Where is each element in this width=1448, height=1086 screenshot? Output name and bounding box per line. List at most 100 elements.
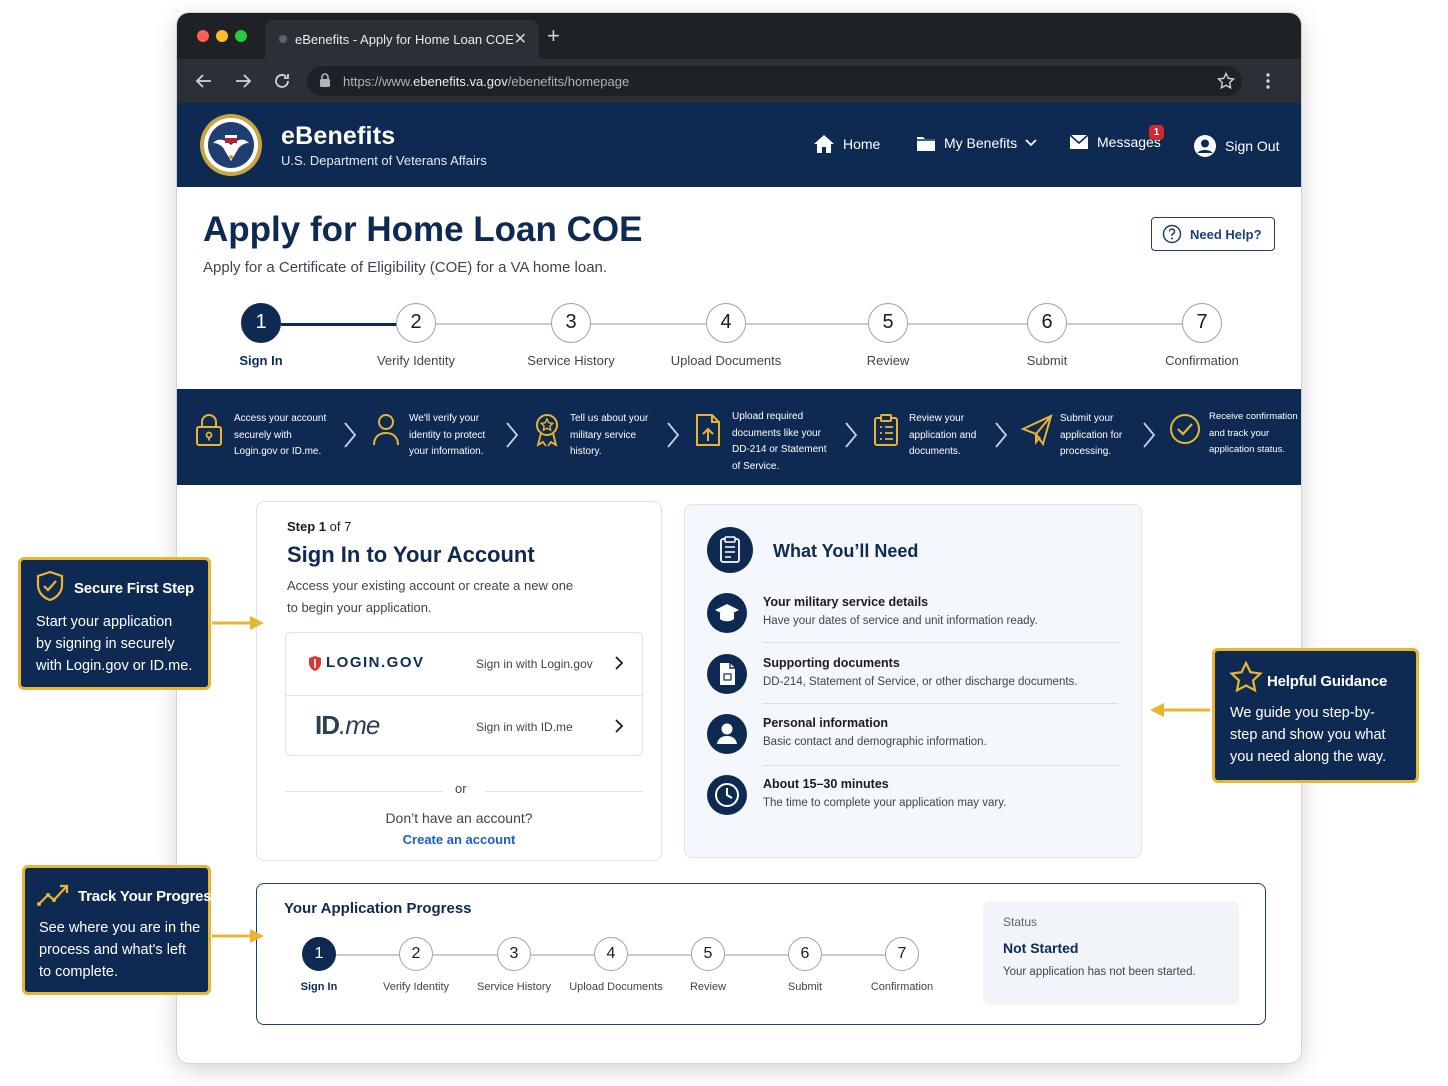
sign-in-description: Access your existing account or create a… [287, 578, 574, 615]
callout-track-title: Track Your Progress [78, 888, 220, 905]
banner-text-7: Receive confirmation and track your applic… [1209, 411, 1298, 455]
what-youll-need-title: What You’ll Need [773, 541, 919, 561]
chevron-right-icon [667, 422, 680, 448]
step-1-circle[interactable]: 1 [241, 303, 281, 343]
progress-step-2[interactable]: 2 [399, 937, 433, 971]
shield-check-icon [36, 570, 64, 602]
status-description: Your application has not been started. [1003, 966, 1196, 978]
home-icon [814, 135, 834, 153]
user-icon [707, 714, 747, 754]
progress-step-7[interactable]: 7 [885, 937, 919, 971]
forward-arrow-icon[interactable] [234, 72, 252, 90]
medal-icon [536, 414, 558, 447]
messages-count-badge: 1 [1149, 125, 1164, 140]
address-bar[interactable]: https://www.ebenefits.va.gov/ebenefits/h… [307, 66, 1242, 96]
progress-step-1[interactable]: 1 [302, 937, 336, 971]
progress-step-4[interactable]: 4 [594, 937, 628, 971]
chevron-right-icon [506, 422, 519, 448]
login-gov-option[interactable]: LOGIN.GOV Sign in with Login.gov [286, 633, 642, 695]
folder-icon [917, 137, 935, 151]
stepper-line [908, 323, 1027, 325]
nav-sign-out[interactable]: Sign Out [1193, 134, 1279, 158]
maximize-window-dot[interactable] [235, 30, 247, 42]
step-4-label: Upload Documents [670, 353, 782, 368]
step-6-circle[interactable]: 6 [1027, 303, 1067, 343]
sign-in-card: Step 1 of 7 Sign In to Your Account Acce… [256, 501, 662, 861]
status-value: Not Started [1003, 940, 1079, 956]
no-account-text: Don’t have an account? [385, 810, 533, 826]
check-circle-icon [1170, 414, 1200, 444]
login-gov-shield-icon [309, 656, 321, 671]
trend-chart-icon [37, 884, 69, 906]
progress-title: Your Application Progress [284, 900, 472, 917]
progress-line [531, 954, 595, 956]
chevron-right-icon [615, 656, 624, 670]
person-icon [373, 414, 399, 446]
progress-step-6[interactable]: 6 [788, 937, 822, 971]
step-5-label: Review [866, 353, 910, 368]
nav-messages[interactable]: Messages [1069, 134, 1161, 150]
tab-close-icon[interactable]: ✕ [514, 29, 527, 49]
idme-action: Sign in with ID.me [476, 720, 573, 734]
brand-name[interactable]: eBenefits [281, 122, 395, 151]
callout-secure-first-step: Secure First Step Start your application… [18, 557, 211, 690]
or-separator: or [455, 781, 467, 796]
progress-line [336, 954, 400, 956]
callout-guidance-title: Helpful Guidance [1267, 673, 1388, 690]
step-7-circle[interactable]: 7 [1182, 303, 1222, 343]
progress-step-3[interactable]: 3 [497, 937, 531, 971]
create-account-link[interactable]: Create an account [257, 832, 661, 847]
step-2-circle[interactable]: 2 [396, 303, 436, 343]
banner-text-2: We'll verify your identity to protect your… [409, 413, 486, 457]
browser-toolbar: https://www.ebenefits.va.gov/ebenefits/h… [177, 59, 1301, 103]
sign-in-options: LOGIN.GOV Sign in with Login.gov ID.me S… [285, 632, 643, 756]
chevron-right-icon [615, 719, 624, 733]
browser-tab[interactable]: eBenefits - Apply for Home Loan COE ✕ [265, 20, 539, 59]
agency-name: U.S. Department of Veterans Affairs [281, 153, 487, 168]
clipboard-icon [707, 527, 753, 573]
status-panel: Status Not Started Your application has … [983, 901, 1239, 1005]
chevron-right-icon [845, 422, 858, 448]
step-6-label: Submit [1026, 353, 1068, 368]
nav-my-benefits[interactable]: My Benefits [916, 134, 1037, 152]
login-gov-action: Sign in with Login.gov [476, 657, 593, 671]
upload-document-icon [696, 414, 720, 446]
progress-step-5[interactable]: 5 [691, 937, 725, 971]
bookmark-star-icon[interactable] [1217, 72, 1235, 90]
progress-line [433, 954, 498, 956]
back-arrow-icon[interactable] [195, 72, 213, 90]
question-circle-icon [1162, 224, 1182, 244]
stepper-line [1067, 323, 1183, 325]
step-1-label: Sign In [239, 353, 283, 368]
progress-step-7-label: Confirmation [870, 981, 934, 993]
need-help-button[interactable]: Need Help? [1151, 217, 1275, 251]
new-tab-icon[interactable]: + [547, 23, 560, 49]
divider [763, 642, 1118, 643]
close-window-dot[interactable] [197, 30, 209, 42]
star-icon [1229, 661, 1263, 693]
lock-icon [196, 414, 222, 446]
idme-option[interactable]: ID.me Sign in with ID.me [286, 695, 642, 757]
reload-icon[interactable] [273, 72, 291, 90]
what-youll-need-card: What You’ll Need Your military service d… [684, 504, 1142, 858]
progress-step-5-label: Review [689, 981, 727, 993]
stepper-line [436, 323, 551, 325]
step-4-circle[interactable]: 4 [706, 303, 746, 343]
stepper-line [746, 323, 869, 325]
stepper-line [591, 323, 706, 325]
step-counter: Step 1 of 7 [287, 519, 352, 534]
step-2-label: Verify Identity [376, 353, 456, 368]
favicon-icon [279, 35, 287, 43]
browser-menu-icon[interactable] [1265, 72, 1271, 90]
minimize-window-dot[interactable] [216, 30, 228, 42]
nav-home-label: Home [843, 136, 881, 152]
callout-secure-body: Start your application by signing in secu… [36, 614, 193, 674]
callout-helpful-guidance: Helpful Guidance We guide you step-by-st… [1212, 648, 1419, 783]
login-gov-logo: LOGIN.GOV [326, 654, 425, 671]
clock-icon [707, 775, 747, 815]
banner-text-1: Access your account securely with Login.go… [234, 413, 327, 457]
step-3-circle[interactable]: 3 [551, 303, 591, 343]
nav-home[interactable]: Home [813, 134, 880, 154]
step-5-circle[interactable]: 5 [868, 303, 908, 343]
site-header: eBenefits U.S. Department of Veterans Af… [177, 103, 1301, 187]
